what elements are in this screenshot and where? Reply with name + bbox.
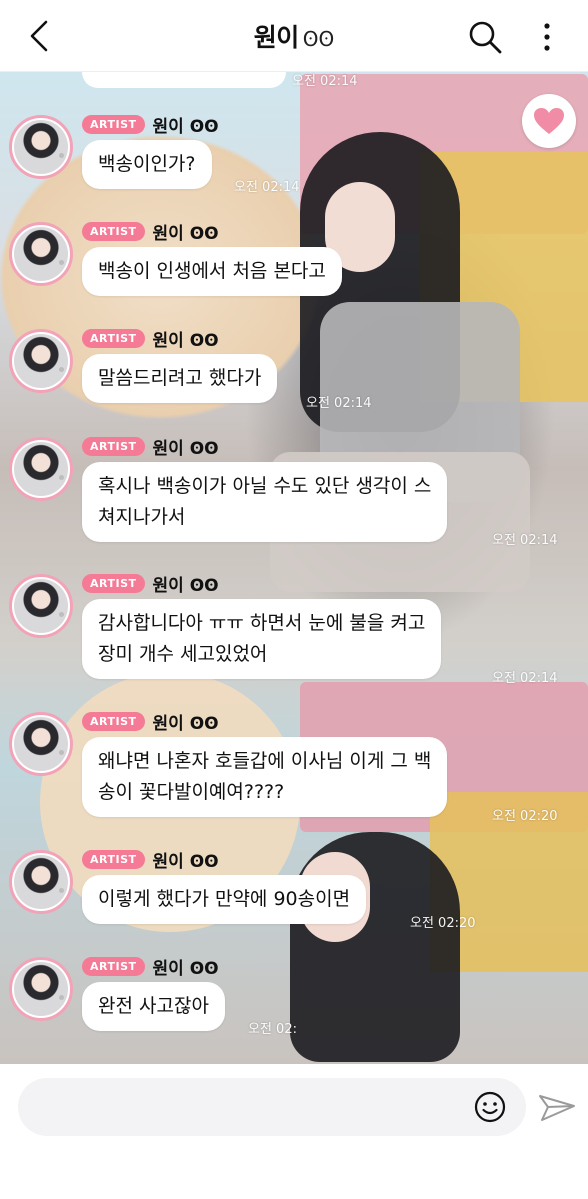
chevron-left-icon bbox=[30, 20, 48, 52]
artist-badge: ARTIST bbox=[82, 329, 145, 348]
message-bubble[interactable]: 말씀드리려고 했다가 bbox=[82, 354, 278, 403]
message-bubble[interactable]: 완전 사고잖아 bbox=[82, 982, 225, 1031]
message-time: 오전 02:14 bbox=[234, 180, 300, 195]
status-dot bbox=[59, 995, 64, 1000]
more-vertical-icon bbox=[544, 23, 550, 51]
sender-name: 원이 ʘʘ bbox=[152, 117, 219, 137]
more-options-button[interactable] bbox=[532, 18, 562, 56]
status-dot bbox=[59, 367, 64, 372]
message-input[interactable] bbox=[18, 1078, 526, 1136]
avatar-image bbox=[14, 442, 68, 496]
artist-badge: ARTIST bbox=[82, 850, 145, 869]
sender-name: 원이 ʘʘ bbox=[152, 714, 219, 734]
sender-name: 원이 ʘʘ bbox=[152, 576, 219, 596]
sender-name: 원이 ʘʘ bbox=[152, 224, 219, 244]
artist-badge: ARTIST bbox=[82, 574, 145, 593]
artist-badge: ARTIST bbox=[82, 437, 145, 456]
chat-title-glyph: ʘʘ bbox=[302, 26, 335, 51]
sender-row: ARTIST 원이 ʘʘ bbox=[82, 434, 219, 459]
sender-name: 원이 ʘʘ bbox=[152, 959, 219, 979]
message-time: 오전 02:14 bbox=[292, 74, 358, 89]
message-bubble[interactable]: 왜냐면 나혼자 호들갑에 이사님 이게 그 백 송이 꽃다발이예여???? bbox=[82, 737, 448, 817]
message-time: 오전 02:20 bbox=[410, 916, 476, 931]
avatar[interactable] bbox=[9, 957, 73, 1021]
chat-header: 원이 ʘʘ bbox=[0, 0, 588, 72]
emoji-icon bbox=[474, 1091, 506, 1123]
message-time: 오전 02:14 bbox=[306, 396, 372, 411]
sender-row: ARTIST 원이 ʘʘ bbox=[82, 112, 219, 137]
chat-area[interactable]: 오전 02:14 오전 02:14 오전 02:14 오전 02:14 오전 0… bbox=[0, 72, 588, 1064]
message-input-bar bbox=[0, 1064, 588, 1199]
sender-name: 원이 ʘʘ bbox=[152, 331, 219, 351]
avatar[interactable] bbox=[9, 850, 73, 914]
sender-row: ARTIST 원이 ʘʘ bbox=[82, 847, 219, 872]
sender-row: ARTIST 원이 ʘʘ bbox=[82, 571, 219, 596]
avatar-image bbox=[14, 717, 68, 771]
message-bubble[interactable]: 이렇게 했다가 만약에 90송이면 bbox=[82, 875, 367, 924]
sender-row: ARTIST 원이 ʘʘ bbox=[82, 954, 219, 979]
emoji-button[interactable] bbox=[474, 1091, 506, 1123]
send-button[interactable] bbox=[538, 1090, 576, 1124]
sender-row: ARTIST 원이 ʘʘ bbox=[82, 709, 219, 734]
status-dot bbox=[59, 888, 64, 893]
message-time: 오전 02:14 bbox=[492, 533, 558, 548]
status-dot bbox=[59, 153, 64, 158]
message-time: 오전 02:20 bbox=[492, 809, 558, 824]
status-dot bbox=[59, 260, 64, 265]
message-bubble[interactable]: 혹시나 백송이가 아닐 수도 있단 생각이 스 쳐지나가서 bbox=[82, 462, 448, 542]
avatar[interactable] bbox=[9, 115, 73, 179]
sender-row: ARTIST 원이 ʘʘ bbox=[82, 219, 219, 244]
chat-title-name: 원이 bbox=[253, 22, 300, 52]
avatar[interactable] bbox=[9, 574, 73, 638]
artist-badge: ARTIST bbox=[82, 222, 145, 241]
avatar-image bbox=[14, 579, 68, 633]
avatar-image bbox=[14, 120, 68, 174]
search-icon bbox=[469, 21, 502, 54]
status-dot bbox=[59, 750, 64, 755]
like-button[interactable] bbox=[522, 94, 576, 148]
back-button[interactable] bbox=[22, 18, 58, 54]
sender-row: ARTIST 원이 ʘʘ bbox=[82, 326, 219, 351]
avatar[interactable] bbox=[9, 222, 73, 286]
sender-name: 원이 ʘʘ bbox=[152, 439, 219, 459]
message-time: 오전 02:14 bbox=[492, 671, 558, 686]
avatar[interactable] bbox=[9, 437, 73, 501]
message-bubble[interactable]: 감사합니다아 ㅠㅠ 하면서 눈에 불을 켜고 장미 개수 세고있었어 bbox=[82, 599, 442, 679]
avatar-image bbox=[14, 227, 68, 281]
sender-name: 원이 ʘʘ bbox=[152, 852, 219, 872]
message-bubble[interactable]: 백송이인가? bbox=[82, 140, 212, 189]
status-dot bbox=[59, 475, 64, 480]
message-bubble[interactable]: 백송이 인생에서 처음 본다고 bbox=[82, 247, 342, 296]
message-bubble-partial bbox=[82, 72, 286, 88]
avatar-image bbox=[14, 855, 68, 909]
status-dot bbox=[59, 612, 64, 617]
avatar[interactable] bbox=[9, 712, 73, 776]
artist-badge: ARTIST bbox=[82, 115, 145, 134]
avatar[interactable] bbox=[9, 329, 73, 393]
message-time: 오전 02: bbox=[248, 1022, 297, 1037]
search-button[interactable] bbox=[466, 18, 504, 56]
avatar-image bbox=[14, 334, 68, 388]
heart-icon bbox=[534, 108, 564, 134]
artist-badge: ARTIST bbox=[82, 712, 145, 731]
artist-badge: ARTIST bbox=[82, 957, 145, 976]
send-icon bbox=[539, 1095, 575, 1121]
avatar-image bbox=[14, 962, 68, 1016]
chat-title: 원이 ʘʘ bbox=[254, 18, 335, 54]
